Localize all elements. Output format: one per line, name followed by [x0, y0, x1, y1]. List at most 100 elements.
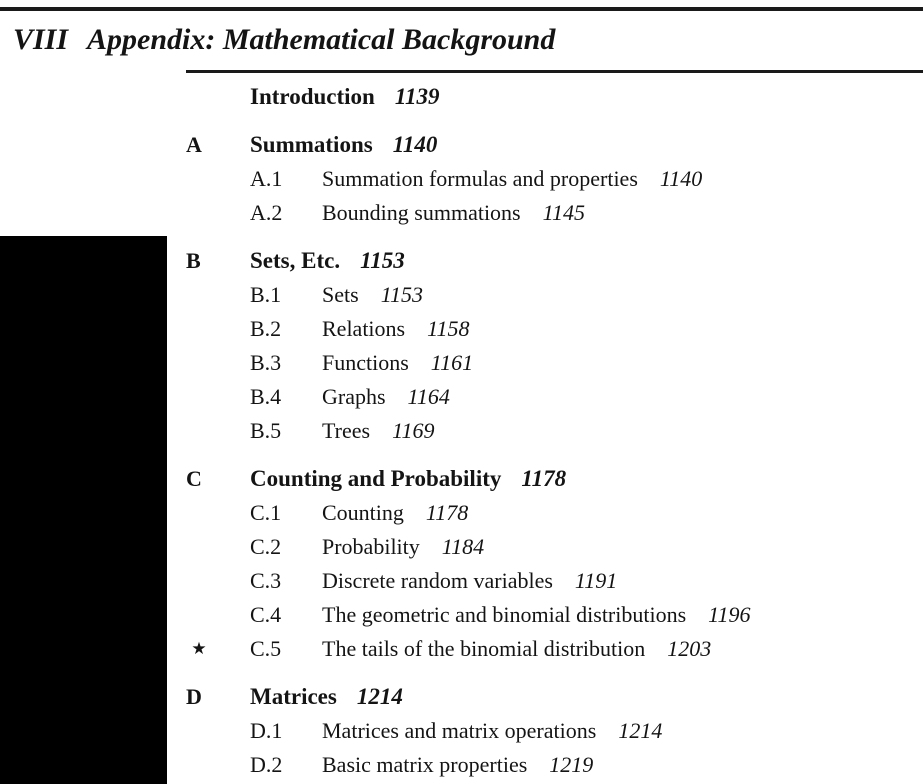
toc-section-number: C.2 — [250, 534, 282, 559]
toc-entry-title[interactable]: Probability 1184 — [322, 530, 484, 564]
part-title-divider-rule — [186, 70, 923, 73]
toc-entry-title-text: Bounding summations — [322, 200, 521, 225]
part-header: VIII Appendix: Mathematical Background — [0, 18, 923, 62]
toc-section-row[interactable]: B.2 Relations 1158 — [0, 312, 923, 346]
toc-entry-title-text: Summations — [250, 132, 373, 157]
toc-section-number: C.1 — [250, 500, 282, 525]
toc-entry-title-text: Functions — [322, 350, 409, 375]
toc-entry-page-number: 1139 — [394, 84, 440, 109]
toc-section-row[interactable]: C.2 Probability 1184 — [0, 530, 923, 564]
toc-section-number: A.2 — [250, 200, 283, 225]
toc-entry-title[interactable]: Sets 1153 — [322, 278, 423, 312]
toc-entry-title[interactable]: Functions 1161 — [322, 346, 473, 380]
toc-section-number: C.5 — [250, 636, 282, 661]
part-number: VIII — [13, 23, 69, 56]
toc-section-row[interactable]: B.4 Graphs 1164 — [0, 380, 923, 414]
toc-section-row[interactable]: D.2 Basic matrix properties 1219 — [0, 748, 923, 782]
toc-entry-title[interactable]: Counting and Probability 1178 — [250, 462, 566, 496]
toc-chapter-row[interactable]: C Counting and Probability 1178 — [0, 462, 923, 496]
toc-entry-title-text: Sets — [322, 282, 359, 307]
toc-section-row[interactable]: B.1 Sets 1153 — [0, 278, 923, 312]
toc-entry-page-number: 1203 — [667, 636, 712, 661]
toc-entry-title[interactable]: Trees 1169 — [322, 414, 434, 448]
toc-section-row[interactable]: B.5 Trees 1169 — [0, 414, 923, 448]
toc-entry-title[interactable]: Relations 1158 — [322, 312, 469, 346]
toc-chapter-letter: B — [186, 248, 201, 273]
toc-entry-page-number: 1184 — [441, 534, 485, 559]
toc-entry-title[interactable]: Counting 1178 — [322, 496, 468, 530]
toc-section-number: B.3 — [250, 350, 282, 375]
toc-section-number: B.4 — [250, 384, 282, 409]
toc-entry-title-text: Sets, Etc. — [250, 248, 341, 273]
toc-entry-page-number: 1196 — [708, 602, 751, 627]
toc-entry-page-number: 1140 — [659, 166, 703, 191]
toc-entry-title-text: Matrices and matrix operations — [322, 718, 597, 743]
toc-entry-title-text: Matrices — [250, 684, 337, 709]
toc-entry-title[interactable]: Basic matrix properties 1219 — [322, 748, 593, 782]
toc-entry-title[interactable]: Summation formulas and properties 1140 — [322, 162, 702, 196]
toc-entry-title-text: The tails of the binomial distribution — [322, 636, 646, 661]
toc-entry-title[interactable]: Graphs 1164 — [322, 380, 450, 414]
toc-chapter-letter: D — [186, 684, 202, 709]
toc-section-number: B.5 — [250, 418, 282, 443]
toc-section-row[interactable]: A.1 Summation formulas and properties 1140 — [0, 162, 923, 196]
toc-entry-title-text: The geometric and binomial distributions — [322, 602, 687, 627]
toc-entry-title[interactable]: The tails of the binomial distribution 12… — [322, 632, 711, 666]
toc-entry-title-text: Discrete random variables — [322, 568, 553, 593]
toc-entry-page-number: 1145 — [542, 200, 585, 225]
toc-entry-title[interactable]: Matrices 1214 — [250, 680, 403, 714]
toc-chapter-letter: A — [186, 132, 202, 157]
toc-section-number: D.1 — [250, 718, 283, 743]
toc-section-number: B.1 — [250, 282, 282, 307]
toc-entry-page-number: 1214 — [356, 684, 403, 709]
toc-entry-title[interactable]: Matrices and matrix operations 1214 — [322, 714, 662, 748]
toc-entry-title-text: Basic matrix properties — [322, 752, 528, 777]
toc-entry-title-text: Introduction — [250, 84, 375, 109]
toc-entry-page-number: 1178 — [425, 500, 469, 525]
toc-section-row[interactable]: D.1 Matrices and matrix operations 1214 — [0, 714, 923, 748]
toc-section-number: C.3 — [250, 568, 282, 593]
toc-section-row[interactable]: ★ C.5 The tails of the binomial distributi… — [0, 632, 923, 666]
toc-entry-page-number: 1161 — [430, 350, 474, 375]
toc-section-number: C.4 — [250, 602, 282, 627]
toc-entry-page-number: 1178 — [521, 466, 567, 491]
toc-chapter-row[interactable]: B Sets, Etc. 1153 — [0, 244, 923, 278]
toc-section-number: A.1 — [250, 166, 283, 191]
toc-entry-title[interactable]: The geometric and binomial distributions… — [322, 598, 751, 632]
toc-entry-title-text: Summation formulas and properties — [322, 166, 638, 191]
toc-section-row[interactable]: B.3 Functions 1161 — [0, 346, 923, 380]
toc-entry-title[interactable]: Introduction 1139 — [250, 80, 440, 114]
toc-section-row[interactable]: C.4 The geometric and binomial distributi… — [0, 598, 923, 632]
toc-entry-page-number: 1153 — [380, 282, 424, 307]
toc-chapter-row[interactable]: A Summations 1140 — [0, 128, 923, 162]
toc-chapter-row[interactable]: Introduction 1139 — [0, 80, 923, 114]
toc-chapter-row[interactable]: D Matrices 1214 — [0, 680, 923, 714]
toc-entry-page-number: 1158 — [427, 316, 470, 341]
toc-entry-page-number: 1140 — [392, 132, 438, 157]
toc-entry-title-text: Relations — [322, 316, 406, 341]
toc-entry-title[interactable]: Sets, Etc. 1153 — [250, 244, 405, 278]
toc-chapter-letter: C — [186, 466, 202, 491]
toc-entry-title-text: Trees — [322, 418, 371, 443]
toc-entry-page-number: 1191 — [574, 568, 618, 593]
toc-section-row[interactable]: C.1 Counting 1178 — [0, 496, 923, 530]
toc-section-row[interactable]: C.3 Discrete random variables 1191 — [0, 564, 923, 598]
toc-entry-title[interactable]: Discrete random variables 1191 — [322, 564, 617, 598]
toc-entry-page-number: 1214 — [618, 718, 663, 743]
toc-section-number: B.2 — [250, 316, 282, 341]
toc-entry-title-text: Counting and Probability — [250, 466, 502, 491]
toc-entry-title[interactable]: Summations 1140 — [250, 128, 437, 162]
toc-section-number: D.2 — [250, 752, 283, 777]
toc-entry-page-number: 1153 — [360, 248, 405, 273]
toc-entry-title-text: Graphs — [322, 384, 386, 409]
toc-entry-page-number: 1169 — [392, 418, 435, 443]
toc-entry-title-text: Probability — [322, 534, 420, 559]
toc-entry-title[interactable]: Bounding summations 1145 — [322, 196, 585, 230]
toc-entry-page-number: 1164 — [407, 384, 450, 409]
toc-entry-page-number: 1219 — [549, 752, 594, 777]
toc-section-row[interactable]: A.2 Bounding summations 1145 — [0, 196, 923, 230]
top-divider-rule — [0, 7, 923, 11]
table-of-contents: Introduction 1139 A Summations 1140 A.1 Summat… — [0, 80, 923, 782]
toc-entry-title-text: Counting — [322, 500, 404, 525]
star-icon: ★ — [191, 639, 207, 658]
